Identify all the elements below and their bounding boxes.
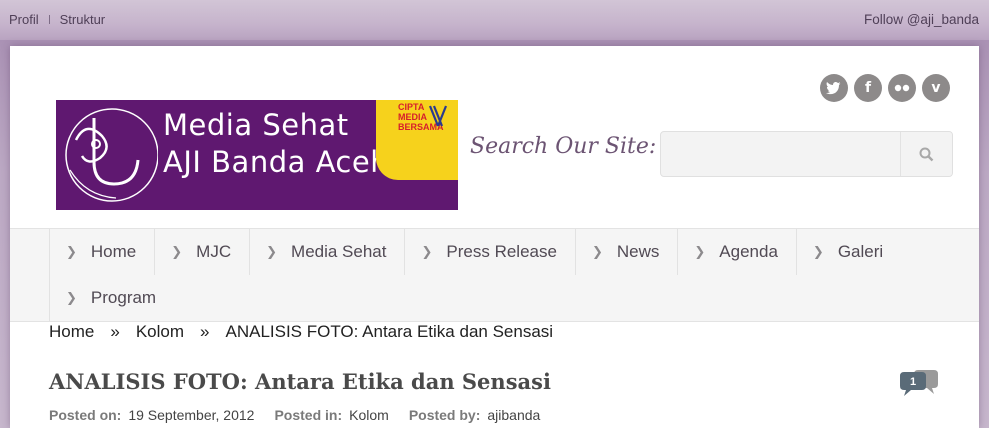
main-nav: ❯ Home ❯ MJC ❯ Media Sehat ❯ Press Release ❯… xyxy=(10,228,979,322)
breadcrumb-separator: » xyxy=(200,322,210,341)
chevron-right-icon: ❯ xyxy=(694,244,706,259)
nav-item-label: Galeri xyxy=(837,242,884,261)
search-input[interactable] xyxy=(661,132,900,176)
nav-item-news[interactable]: ❯ News xyxy=(574,229,677,275)
chevron-right-icon: ❯ xyxy=(421,244,433,259)
posted-in-label: Posted in: xyxy=(274,407,343,423)
twitter-icon[interactable] xyxy=(820,74,848,102)
breadcrumb-separator: » xyxy=(110,322,120,341)
nav-item-media-sehat[interactable]: ❯ Media Sehat xyxy=(249,229,404,275)
posted-by-author[interactable]: ajibanda xyxy=(487,407,540,423)
nav-item-program[interactable]: ❯ Program xyxy=(49,275,174,321)
nav-item-label: News xyxy=(616,242,660,261)
nav-item-label: Press Release xyxy=(446,242,557,261)
site-logo[interactable]: Media Sehat AJI Banda Aceh CIPTA MEDIA B… xyxy=(56,100,458,210)
logo-title-line2: AJI Banda Aceh xyxy=(163,145,390,179)
nav-item-label: Media Sehat xyxy=(291,242,387,261)
posted-on-date: 19 September, 2012 xyxy=(128,407,255,423)
logo-emblem-icon xyxy=(65,108,158,202)
chevron-right-icon: ❯ xyxy=(266,244,278,259)
nav-row: ❯ Home ❯ MJC ❯ Media Sehat ❯ Press Release ❯… xyxy=(49,229,901,275)
chevron-right-icon: ❯ xyxy=(66,244,77,259)
post-meta: Posted on: 19 September, 2012 Posted in:… xyxy=(49,407,560,423)
flickr-icon[interactable] xyxy=(888,74,916,102)
breadcrumb: Home » Kolom » ANALISIS FOTO: Antara Eti… xyxy=(49,322,553,342)
chevron-right-icon: ❯ xyxy=(591,244,603,259)
top-link-struktur[interactable]: Struktur xyxy=(60,12,106,27)
breadcrumb-home[interactable]: Home xyxy=(49,322,94,342)
top-link-divider xyxy=(48,15,50,24)
nav-item-press-release[interactable]: ❯ Press Release xyxy=(404,229,574,275)
facebook-icon[interactable]: f xyxy=(854,74,882,102)
search-label: Search Our Site: xyxy=(470,134,657,159)
search-icon xyxy=(919,147,934,161)
breadcrumb-kolom[interactable]: Kolom xyxy=(136,322,184,342)
post-title[interactable]: ANALISIS FOTO: Antara Etika dan Sensasi xyxy=(49,369,551,394)
logo-title-line1: Media Sehat xyxy=(163,108,349,142)
nav-item-galeri[interactable]: ❯ Galeri xyxy=(795,229,901,275)
top-link-profil[interactable]: Profil xyxy=(9,12,39,27)
follow-link[interactable]: Follow @aji_banda xyxy=(864,12,979,27)
nav-item-label: Program xyxy=(90,288,157,307)
nav-item-agenda[interactable]: ❯ Agenda xyxy=(677,229,796,275)
top-bar: Profil Struktur Follow @aji_banda xyxy=(0,0,989,40)
comments-icon: 1 xyxy=(900,370,938,396)
comments-link[interactable]: 1 xyxy=(898,370,940,400)
logo-badge: CIPTA MEDIA BERSAMA xyxy=(376,100,458,180)
nav-item-mjc[interactable]: ❯ MJC xyxy=(154,229,249,275)
main-panel: Media Sehat AJI Banda Aceh CIPTA MEDIA B… xyxy=(10,46,979,428)
posted-by-label: Posted by: xyxy=(408,407,481,423)
comment-count: 1 xyxy=(910,376,916,388)
badge-figures-icon xyxy=(428,105,448,127)
vimeo-icon[interactable]: v xyxy=(922,74,950,102)
search-button[interactable] xyxy=(900,132,952,176)
nav-item-home[interactable]: ❯ Home xyxy=(49,229,154,275)
nav-row: ❯ Program xyxy=(49,275,174,321)
top-links: Profil Struktur xyxy=(9,12,105,27)
chevron-right-icon: ❯ xyxy=(812,244,824,259)
posted-in-category[interactable]: Kolom xyxy=(349,407,389,423)
chevron-right-icon: ❯ xyxy=(66,290,77,305)
social-icons: f v xyxy=(820,74,950,102)
nav-item-label: MJC xyxy=(196,242,232,261)
chevron-right-icon: ❯ xyxy=(171,244,183,259)
search-box xyxy=(660,131,953,177)
posted-on-label: Posted on: xyxy=(49,407,122,423)
nav-item-label: Home xyxy=(90,242,137,261)
breadcrumb-current: ANALISIS FOTO: Antara Etika dan Sensasi xyxy=(225,322,554,341)
nav-item-label: Agenda xyxy=(719,242,778,261)
